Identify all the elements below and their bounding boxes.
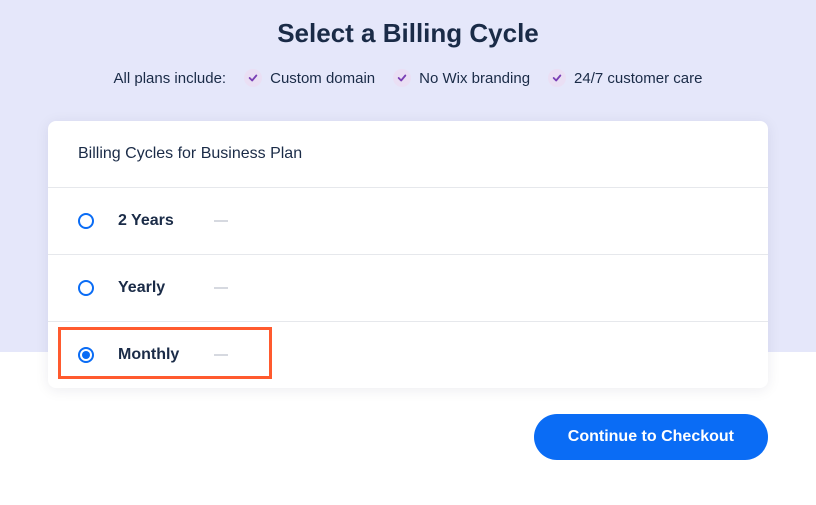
billing-option-monthly[interactable]: Monthly [48,322,768,388]
radio-icon [78,213,94,229]
check-icon [244,69,262,87]
feature-item-custom-domain: Custom domain [244,69,375,87]
continue-to-checkout-button[interactable]: Continue to Checkout [534,414,768,460]
features-row: All plans include: Custom domain No Wix … [0,69,816,87]
billing-cycle-card: Billing Cycles for Business Plan 2 Years… [48,121,768,388]
feature-item-no-branding: No Wix branding [393,69,530,87]
billing-option-label: Monthly [118,346,198,364]
radio-icon [78,280,94,296]
feature-item-customer-care: 24/7 customer care [548,69,702,87]
check-icon [548,69,566,87]
price-placeholder-dash [214,354,228,356]
billing-option-2-years[interactable]: 2 Years [48,188,768,255]
page-title: Select a Billing Cycle [0,18,816,49]
billing-option-label: 2 Years [118,212,198,230]
feature-label: 24/7 customer care [574,70,702,87]
features-intro: All plans include: [114,70,227,87]
billing-option-yearly[interactable]: Yearly [48,255,768,322]
check-icon [393,69,411,87]
feature-label: No Wix branding [419,70,530,87]
feature-label: Custom domain [270,70,375,87]
billing-option-label: Yearly [118,279,198,297]
price-placeholder-dash [214,220,228,222]
radio-icon [78,347,94,363]
cta-row: Continue to Checkout [48,414,768,460]
price-placeholder-dash [214,287,228,289]
card-title: Billing Cycles for Business Plan [48,121,768,188]
page-content: Select a Billing Cycle All plans include… [0,0,816,460]
